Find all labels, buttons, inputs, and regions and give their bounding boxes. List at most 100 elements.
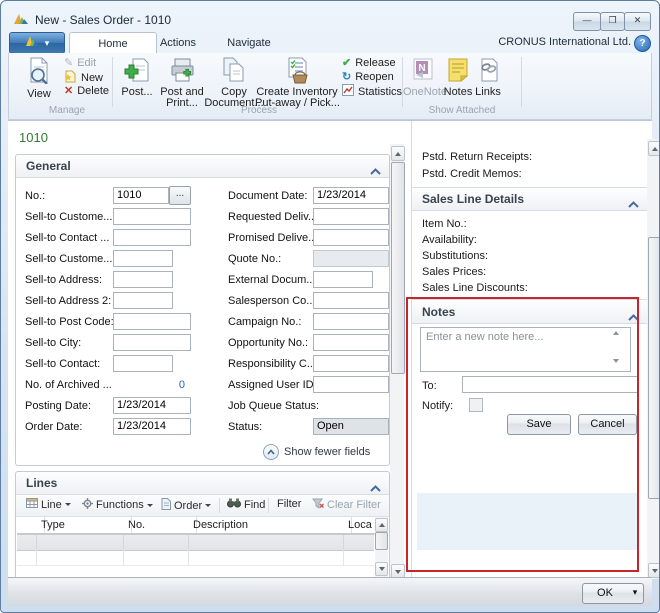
- notify-label: Notify:: [422, 400, 453, 412]
- external-document-no-field[interactable]: [313, 271, 373, 288]
- delete-button[interactable]: ✕ Delete: [64, 84, 109, 97]
- close-button[interactable]: ✕: [624, 12, 651, 31]
- reopen-button[interactable]: ↻ Reopen: [342, 70, 394, 83]
- clear-filter-button[interactable]: Clear Filter: [312, 498, 381, 512]
- requested-delivery-date-field[interactable]: [313, 208, 389, 225]
- find-button[interactable]: Find: [227, 498, 265, 511]
- no-lookup-button[interactable]: ...: [169, 186, 191, 205]
- scroll-down-icon[interactable]: [375, 562, 388, 576]
- ok-button[interactable]: OK: [582, 583, 628, 604]
- item-no-link[interactable]: Item No.:: [422, 218, 467, 230]
- sell-to-contact-field[interactable]: [113, 355, 173, 372]
- sales-line-details-header[interactable]: Sales Line Details: [412, 188, 647, 211]
- to-field[interactable]: [462, 376, 638, 393]
- post-and-print-button[interactable]: Post and Print...: [161, 55, 203, 101]
- notes-header[interactable]: Notes: [412, 299, 647, 324]
- view-button[interactable]: View: [21, 55, 57, 101]
- collapse-chevron-icon[interactable]: [628, 308, 639, 326]
- grid-scrollbar[interactable]: [375, 517, 388, 577]
- no-field[interactable]: 1010: [113, 187, 169, 204]
- nav-logo-icon: [25, 34, 41, 52]
- statistics-button[interactable]: Statistics: [342, 84, 402, 99]
- delete-icon: ✕: [64, 84, 73, 97]
- substitutions-link[interactable]: Substitutions:: [422, 250, 488, 262]
- maximize-button[interactable]: ❐: [600, 12, 625, 31]
- scroll-up-icon[interactable]: [613, 331, 619, 335]
- sell-to-contact-no-field[interactable]: [113, 229, 191, 246]
- lines-fasttab-header[interactable]: Lines: [16, 472, 389, 495]
- create-inventory-putaway-pick-button[interactable]: Create Inventory Put-away / Pick...: [261, 55, 333, 101]
- app-icon: [13, 11, 29, 27]
- salesperson-code-field[interactable]: [313, 292, 389, 309]
- window-title: New - Sales Order - 1010: [35, 13, 171, 27]
- sales-line-discounts-link[interactable]: Sales Line Discounts:: [422, 282, 528, 294]
- document-date-field[interactable]: 1/23/2014: [313, 187, 389, 204]
- copy-document-button[interactable]: Copy Document...: [212, 55, 256, 101]
- save-button[interactable]: Save: [507, 414, 571, 435]
- assigned-user-id-field[interactable]: [313, 376, 389, 393]
- scroll-up-icon[interactable]: [375, 518, 388, 532]
- pstd-credit-memos-link[interactable]: Pstd. Credit Memos:: [422, 168, 522, 180]
- sales-order-window: New - Sales Order - 1010 — ❐ ✕ ▾ Home Ac…: [0, 0, 660, 613]
- view-icon: [25, 56, 53, 89]
- sales-prices-link[interactable]: Sales Prices:: [422, 266, 486, 278]
- functions-menu-button[interactable]: Functions: [82, 498, 153, 512]
- links-button[interactable]: Links: [473, 55, 503, 101]
- tab-navigate[interactable]: Navigate: [201, 32, 297, 53]
- cancel-button[interactable]: Cancel: [578, 414, 637, 435]
- availability-link[interactable]: Availability:: [422, 234, 477, 246]
- post-button[interactable]: Post...: [119, 55, 155, 101]
- sell-to-customer-no-field[interactable]: [113, 208, 191, 225]
- grid-row-selected[interactable]: [17, 534, 374, 551]
- collapse-chevron-icon[interactable]: [628, 195, 639, 213]
- scroll-down-icon[interactable]: [648, 563, 660, 578]
- record-id-heading: 1010: [19, 130, 48, 145]
- scroll-up-icon[interactable]: [391, 146, 405, 161]
- post-and-print-icon: [169, 57, 195, 88]
- promised-delivery-date-field[interactable]: [313, 229, 389, 246]
- notify-checkbox[interactable]: [469, 398, 483, 412]
- filter-button[interactable]: Filter: [277, 498, 301, 510]
- factbox-scrollbar[interactable]: [647, 139, 660, 579]
- scroll-down-icon[interactable]: [613, 359, 619, 363]
- column-header-description[interactable]: Description: [189, 517, 352, 533]
- column-header-location[interactable]: Loca: [344, 517, 378, 533]
- page-content: 1010 General No.: 1010 ... Sell-to Custo…: [8, 120, 652, 578]
- no-of-archived-value[interactable]: 0: [113, 379, 185, 391]
- table-icon: [26, 498, 38, 511]
- main-scrollbar[interactable]: [390, 144, 404, 581]
- campaign-no-field[interactable]: [313, 313, 389, 330]
- scroll-up-icon[interactable]: [648, 141, 660, 156]
- line-menu-button[interactable]: Line: [26, 498, 71, 511]
- pstd-return-receipts-link[interactable]: Pstd. Return Receipts:: [422, 151, 532, 163]
- collapse-chevron-icon[interactable]: [370, 162, 381, 180]
- posting-date-field[interactable]: 1/23/2014: [113, 397, 191, 414]
- clear-filter-icon: [312, 498, 324, 512]
- status-field[interactable]: Open: [313, 418, 389, 435]
- release-button[interactable]: ✔ Release: [342, 56, 396, 69]
- responsibility-center-field[interactable]: [313, 355, 389, 372]
- company-name: CRONUS International Ltd.: [498, 36, 631, 48]
- minimize-button[interactable]: —: [573, 12, 601, 31]
- application-menu-button[interactable]: ▾: [9, 32, 65, 54]
- show-fewer-fields-button[interactable]: Show fewer fields: [263, 444, 370, 460]
- column-header-type[interactable]: Type: [37, 517, 132, 533]
- sell-to-address-2-field[interactable]: [113, 292, 173, 309]
- order-menu-button[interactable]: Order: [161, 498, 211, 513]
- help-icon[interactable]: ?: [634, 35, 651, 52]
- opportunity-no-field[interactable]: [313, 334, 389, 351]
- new-note-input[interactable]: [420, 327, 631, 372]
- grid-scrollbar-thumb[interactable]: [375, 532, 388, 550]
- sell-to-post-code-field[interactable]: [113, 313, 191, 330]
- column-header-no[interactable]: No.: [124, 517, 197, 533]
- general-fasttab-header[interactable]: General: [16, 155, 389, 178]
- ok-dropdown-button[interactable]: ▾: [627, 583, 644, 604]
- order-date-field[interactable]: 1/23/2014: [113, 418, 191, 435]
- factbox-scrollbar-thumb[interactable]: [648, 237, 660, 499]
- sell-to-city-field[interactable]: [113, 334, 191, 351]
- edit-button[interactable]: ✎ Edit: [64, 56, 96, 69]
- sell-to-address-field[interactable]: [113, 271, 173, 288]
- sell-to-customer-name-field[interactable]: [113, 250, 173, 267]
- main-scrollbar-thumb[interactable]: [391, 162, 405, 374]
- grid-row[interactable]: [17, 550, 374, 566]
